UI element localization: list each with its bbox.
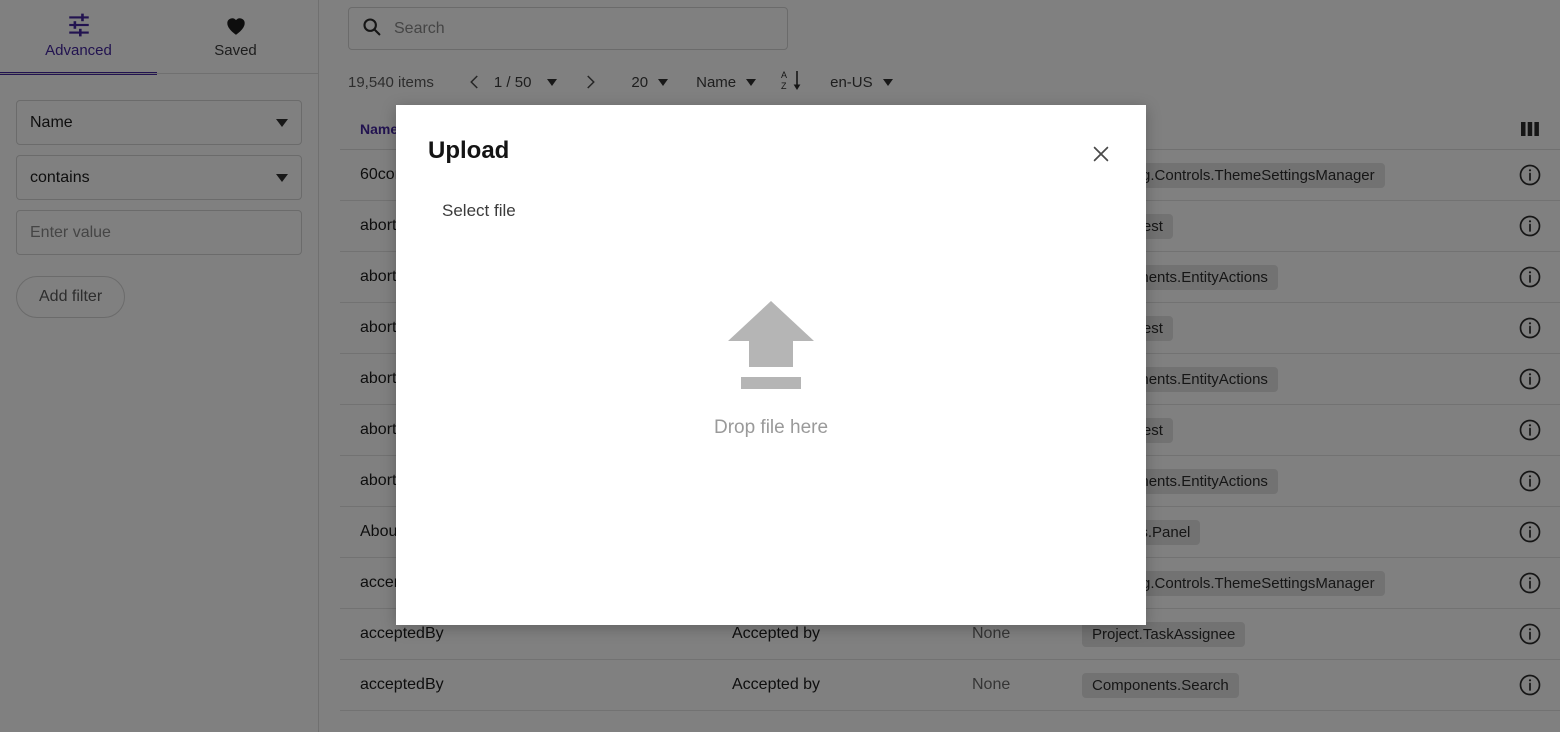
app-root: Advanced Saved Name contains Add	[0, 0, 1560, 732]
modal-body: Select file	[396, 171, 1146, 221]
upload-modal: Upload Select file Drop file here	[396, 105, 1146, 625]
file-dropzone[interactable]: Drop file here	[396, 295, 1146, 439]
modal-title: Upload	[428, 137, 509, 165]
select-file-label[interactable]: Select file	[442, 201, 1146, 221]
close-icon[interactable]	[1084, 137, 1118, 171]
modal-header: Upload	[396, 105, 1146, 171]
upload-arrow-icon	[720, 295, 822, 391]
drop-file-text: Drop file here	[714, 417, 828, 439]
